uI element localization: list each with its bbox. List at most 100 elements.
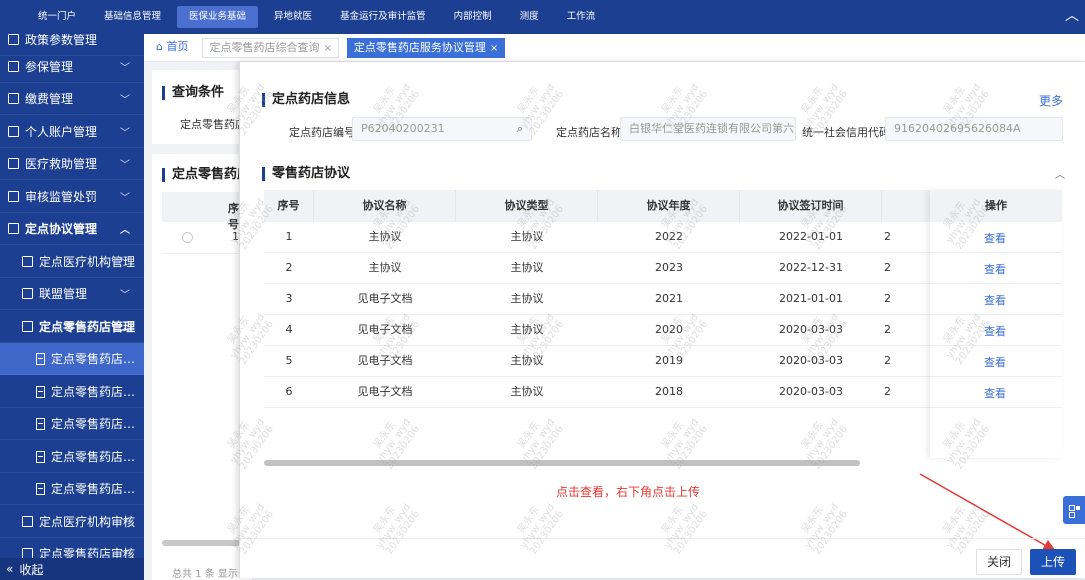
nav-item[interactable]: 异地就医 — [262, 6, 324, 28]
more-link[interactable]: 更多 — [1039, 92, 1063, 109]
credit-code-field[interactable]: 91620402695626084A — [885, 117, 1063, 141]
sidebar-item[interactable]: 定点协议管理 ︿ — [0, 213, 144, 245]
sidebar-item-label: 联盟管理 — [39, 287, 88, 301]
folder-icon — [22, 321, 33, 332]
table-cell: 2021 — [598, 284, 740, 315]
table-cell: 6 — [264, 377, 314, 408]
nav-item[interactable]: 基金运行及审计监管 — [328, 6, 438, 28]
close-icon[interactable]: × — [490, 43, 498, 54]
chevron-down-icon: ﹀ — [120, 518, 130, 529]
sidebar-item[interactable]: 定点零售药店开... — [0, 408, 144, 440]
nav-item[interactable]: 基础信息管理 — [92, 6, 173, 28]
sidebar-item[interactable]: 医疗救助管理 ﹀ — [0, 148, 144, 180]
folder-icon — [22, 516, 33, 527]
table-cell: 2019 — [598, 346, 740, 377]
table-cell: 主协议 — [456, 315, 598, 346]
table-cell: 主协议 — [314, 253, 456, 284]
sidebar-collapse-button[interactable]: « 收起 — [0, 558, 144, 580]
tab-pharmacy-agreement[interactable]: 定点零售药店服务协议管理 × — [346, 37, 506, 58]
collapse-nav-icon[interactable]: ︿ — [1065, 9, 1079, 23]
table-cell: 主协议 — [456, 253, 598, 284]
column-header[interactable]: 协议年度 — [598, 190, 740, 222]
sidebar-item[interactable]: 联盟管理 ﹀ — [0, 278, 144, 310]
folder-icon — [8, 158, 19, 169]
sidebar-item-label: 政策参数管理 — [25, 34, 98, 47]
sidebar-item[interactable]: 参保管理 ﹀ — [0, 51, 144, 83]
sidebar-item-label: 定点零售药店目... — [51, 482, 144, 496]
tab-label: 定点零售药店综合查询 — [209, 40, 320, 54]
scrollbar-thumb[interactable] — [264, 460, 860, 466]
chevron-down-icon: ﹀ — [120, 160, 130, 171]
column-header[interactable]: 协议签订时间 — [740, 190, 882, 222]
chevron-down-icon: ﹀ — [120, 290, 130, 301]
collapse-caret-icon[interactable]: ︿ — [1055, 166, 1065, 181]
view-link[interactable]: 查看 — [984, 354, 1006, 370]
row-radio[interactable] — [182, 232, 193, 243]
nav-item[interactable]: 统一门户 — [26, 6, 88, 28]
table-row[interactable]: 2 主协议 主协议 2023 2022-12-31 2 — [264, 253, 930, 284]
query-section-title: 查询条件 — [162, 86, 224, 100]
view-link[interactable]: 查看 — [984, 292, 1006, 308]
view-link[interactable]: 查看 — [984, 230, 1006, 246]
nav-item[interactable]: 工作流 — [555, 6, 608, 28]
table-row[interactable]: 6 见电子文档 主协议 2018 2020-03-03 2 — [264, 377, 930, 408]
operation-cell: 查看 — [930, 253, 1062, 284]
sidebar-item[interactable]: 定点零售药店管理 ︿ — [0, 311, 144, 343]
view-link[interactable]: 查看 — [984, 323, 1006, 339]
folder-icon — [8, 34, 19, 45]
tab-home[interactable]: ⌂ 首页 — [150, 38, 194, 58]
upload-button[interactable]: 上传 — [1030, 549, 1076, 575]
sidebar-item[interactable]: 定点医疗机构管理 ﹀ — [0, 246, 144, 278]
folder-icon — [22, 256, 33, 267]
close-button[interactable]: 关闭 — [976, 549, 1022, 575]
view-link[interactable]: 查看 — [984, 385, 1006, 401]
home-icon: ⌂ — [156, 39, 163, 53]
footer-divider — [240, 538, 1085, 539]
column-header[interactable]: 协议名称 — [314, 190, 456, 222]
document-icon — [36, 482, 45, 495]
bg-table-row[interactable]: 1 — [162, 222, 242, 254]
sidebar-item[interactable]: 定点零售药店属... — [0, 441, 144, 473]
search-icon[interactable]: ⌕ — [517, 118, 523, 140]
pharmacy-code-field[interactable]: P62040200231 ⌕ — [352, 117, 532, 141]
chevron-up-icon: ︿ — [120, 323, 130, 334]
chevron-down-icon: ﹀ — [120, 128, 130, 139]
sidebar-item[interactable]: 定点零售药店目... — [0, 473, 144, 505]
column-header[interactable]: 协议类型 — [456, 190, 598, 222]
folder-icon — [8, 223, 19, 234]
query-card: 查询条件 — [152, 70, 252, 144]
credit-code-value: 91620402695626084A — [894, 122, 1021, 135]
sidebar-item-label: 定点零售药店银... — [51, 385, 144, 399]
document-icon — [36, 417, 45, 430]
table-row[interactable]: 3 见电子文档 主协议 2021 2021-01-01 2 — [264, 284, 930, 315]
folder-icon — [22, 288, 33, 299]
sidebar-item-label: 定点零售药店服... — [51, 352, 144, 366]
bg-scrollbar[interactable] — [162, 540, 242, 546]
close-icon[interactable]: × — [323, 43, 331, 54]
grid-menu-icon[interactable] — [1063, 496, 1085, 524]
agreement-section-title: 零售药店协议 — [262, 167, 350, 181]
tab-pharmacy-query[interactable]: 定点零售药店综合查询 × — [202, 37, 339, 58]
view-link[interactable]: 查看 — [984, 261, 1006, 277]
pharmacy-name-field[interactable]: 白银华仁堂医药连锁有限公司第六分 — [620, 117, 796, 141]
sidebar-item[interactable]: 审核监管处罚 ﹀ — [0, 181, 144, 213]
sidebar-item[interactable]: 定点医疗机构审核 ﹀ — [0, 506, 144, 538]
nav-item[interactable]: 内部控制 — [442, 6, 504, 28]
list-section-title: 定点零售药店 — [162, 168, 250, 182]
table-row[interactable]: 4 见电子文档 主协议 2020 2020-03-03 2 — [264, 315, 930, 346]
operation-cell: 查看 — [930, 315, 1062, 346]
column-header[interactable]: 序号 — [264, 190, 314, 222]
sidebar-item[interactable]: 定点零售药店银... — [0, 376, 144, 408]
sidebar-collapse-label: 收起 — [19, 562, 44, 577]
table-row[interactable]: 1 主协议 主协议 2022 2022-01-01 2 — [264, 222, 930, 253]
operation-cell: 查看 — [930, 346, 1062, 377]
nav-item[interactable]: 医保业务基础 — [177, 6, 259, 28]
table-cell: 2022-01-01 — [740, 222, 882, 253]
pharmacy-info-title: 定点药店信息 — [262, 93, 350, 107]
sidebar-item[interactable]: 缴费管理 ﹀ — [0, 83, 144, 115]
nav-item[interactable]: 测度 — [508, 6, 551, 28]
folder-icon — [8, 93, 19, 104]
sidebar-item[interactable]: 定点零售药店服... — [0, 343, 144, 375]
sidebar-item[interactable]: 个人账户管理 ﹀ — [0, 116, 144, 148]
table-row[interactable]: 5 见电子文档 主协议 2019 2020-03-03 2 — [264, 346, 930, 377]
